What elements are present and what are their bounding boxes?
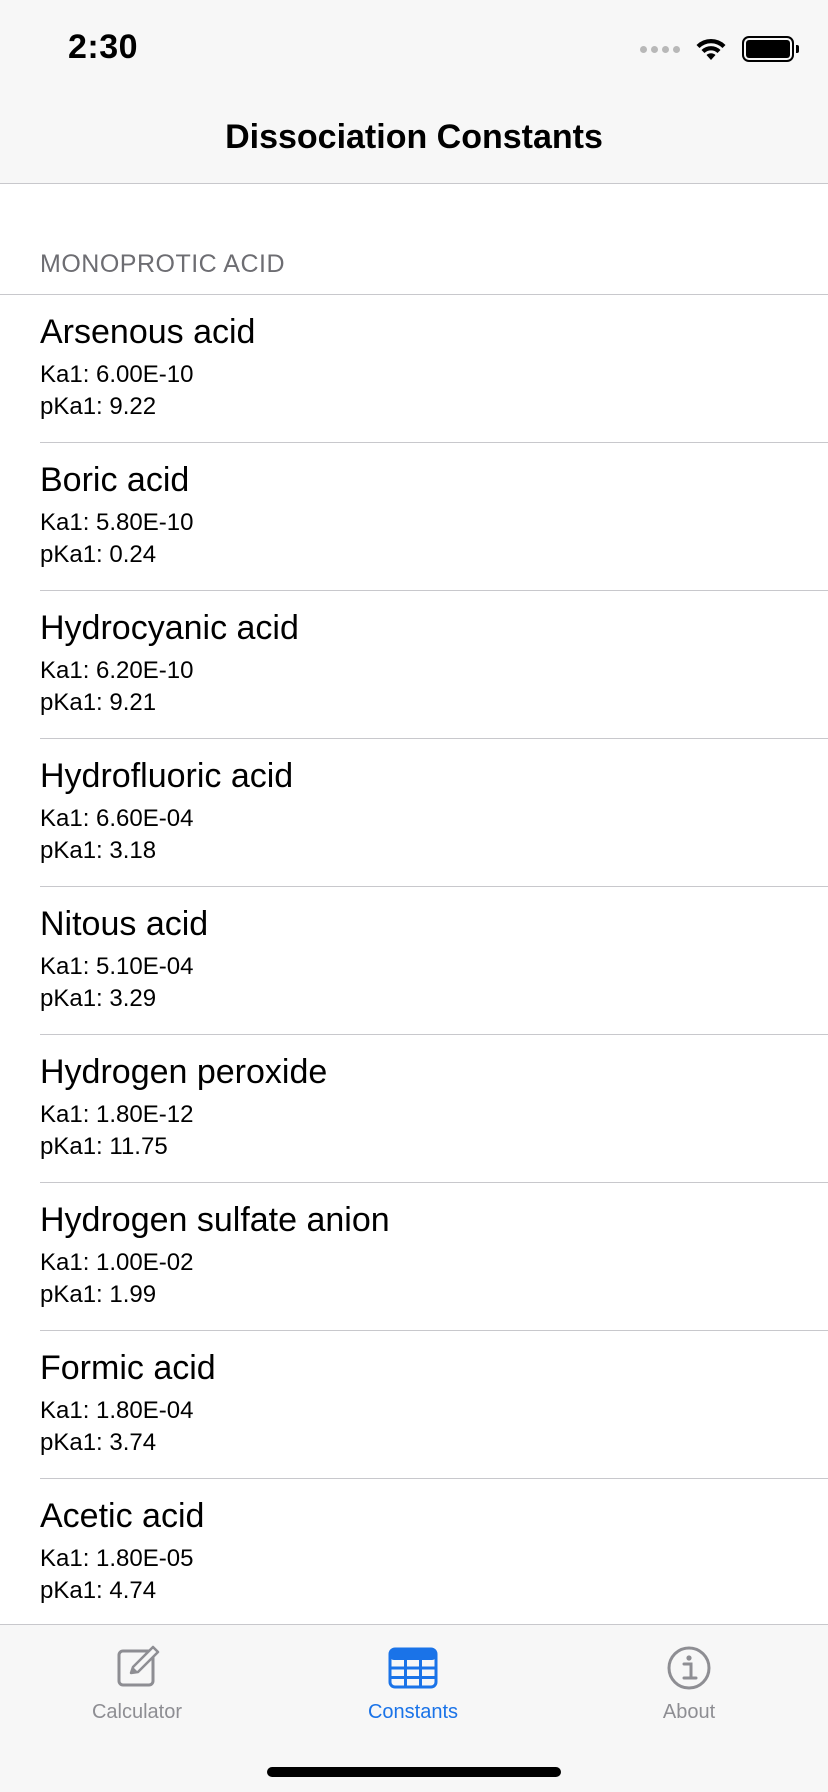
acid-name: Acetic acid: [40, 1497, 205, 1535]
list-item[interactable]: Formic acid Ka1: 1.80E-04 pKa1: 3.74: [0, 1331, 828, 1479]
status-time: 2:30: [68, 28, 139, 66]
ka-value: Ka1: 6.20E-10: [40, 657, 194, 684]
tab-label: About: [662, 1701, 716, 1723]
edit-icon: [117, 1645, 160, 1687]
tab-label: Constants: [367, 1701, 459, 1723]
acid-name: Nitous acid: [40, 905, 209, 943]
acid-name: Formic acid: [40, 1349, 216, 1387]
pka-value: pKa1: 1.99: [40, 1281, 157, 1308]
ka-value: Ka1: 1.00E-02: [40, 1249, 194, 1276]
section-header: MONOPROTIC ACID: [40, 250, 286, 278]
ka-value: Ka1: 1.80E-12: [40, 1101, 194, 1128]
home-indicator[interactable]: [267, 1767, 561, 1777]
acid-name: Hydrocyanic acid: [40, 609, 299, 647]
ka-value: Ka1: 5.80E-10: [40, 509, 194, 536]
list-item[interactable]: Hydrofluoric acid Ka1: 6.60E-04 pKa1: 3.…: [0, 739, 828, 887]
acid-list: Arsenous acid Ka1: 6.00E-10 pKa1: 9.22 B…: [0, 295, 828, 1627]
list-item[interactable]: Hydrogen peroxide Ka1: 1.80E-12 pKa1: 11…: [0, 1035, 828, 1183]
tab-label: Calculator: [91, 1701, 183, 1723]
list-item[interactable]: Acetic acid Ka1: 1.80E-05 pKa1: 4.74: [0, 1479, 828, 1627]
pka-value: pKa1: 11.75: [40, 1133, 168, 1160]
pka-value: pKa1: 4.74: [40, 1577, 157, 1604]
ka-value: Ka1: 5.10E-04: [40, 953, 194, 980]
pka-value: pKa1: 3.29: [40, 985, 157, 1012]
page-title: Dissociation Constants: [225, 118, 603, 156]
ka-value: Ka1: 6.00E-10: [40, 361, 194, 388]
cellular-signal-icon: [640, 45, 680, 53]
tab-calculator[interactable]: Calculator: [37, 1645, 237, 1724]
list-item[interactable]: Arsenous acid Ka1: 6.00E-10 pKa1: 9.22: [0, 295, 828, 443]
top-bar: 2:30 Dissociation Constants: [0, 0, 828, 184]
pka-value: pKa1: 3.18: [40, 837, 157, 864]
list-item[interactable]: Boric acid Ka1: 5.80E-10 pKa1: 0.24: [0, 443, 828, 591]
ka-value: Ka1: 1.80E-05: [40, 1545, 194, 1572]
info-icon: [667, 1646, 711, 1690]
battery-icon: [742, 36, 799, 62]
acid-name: Hydrogen peroxide: [40, 1053, 328, 1091]
acid-name: Hydrogen sulfate anion: [40, 1201, 390, 1239]
acid-name: Arsenous acid: [40, 313, 256, 351]
acid-name: Boric acid: [40, 461, 190, 499]
list-item[interactable]: Hydrocyanic acid Ka1: 6.20E-10 pKa1: 9.2…: [0, 591, 828, 739]
ka-value: Ka1: 6.60E-04: [40, 805, 194, 832]
pka-value: pKa1: 9.21: [40, 689, 157, 716]
status-icons: [640, 36, 799, 62]
list-item[interactable]: Nitous acid Ka1: 5.10E-04 pKa1: 3.29: [0, 887, 828, 1035]
acid-name: Hydrofluoric acid: [40, 757, 294, 795]
tab-about[interactable]: About: [589, 1645, 789, 1724]
pka-value: pKa1: 0.24: [40, 541, 157, 568]
pka-value: pKa1: 3.74: [40, 1429, 157, 1456]
wifi-icon: [696, 38, 726, 60]
tab-constants[interactable]: Constants: [313, 1645, 513, 1724]
ka-value: Ka1: 1.80E-04: [40, 1397, 194, 1424]
app-screen: 2:30 Dissociation Constants MONOPROTIC A…: [0, 0, 828, 1792]
list-item[interactable]: Hydrogen sulfate anion Ka1: 1.00E-02 pKa…: [0, 1183, 828, 1331]
pka-value: pKa1: 9.22: [40, 393, 157, 420]
table-icon: [388, 1647, 438, 1689]
